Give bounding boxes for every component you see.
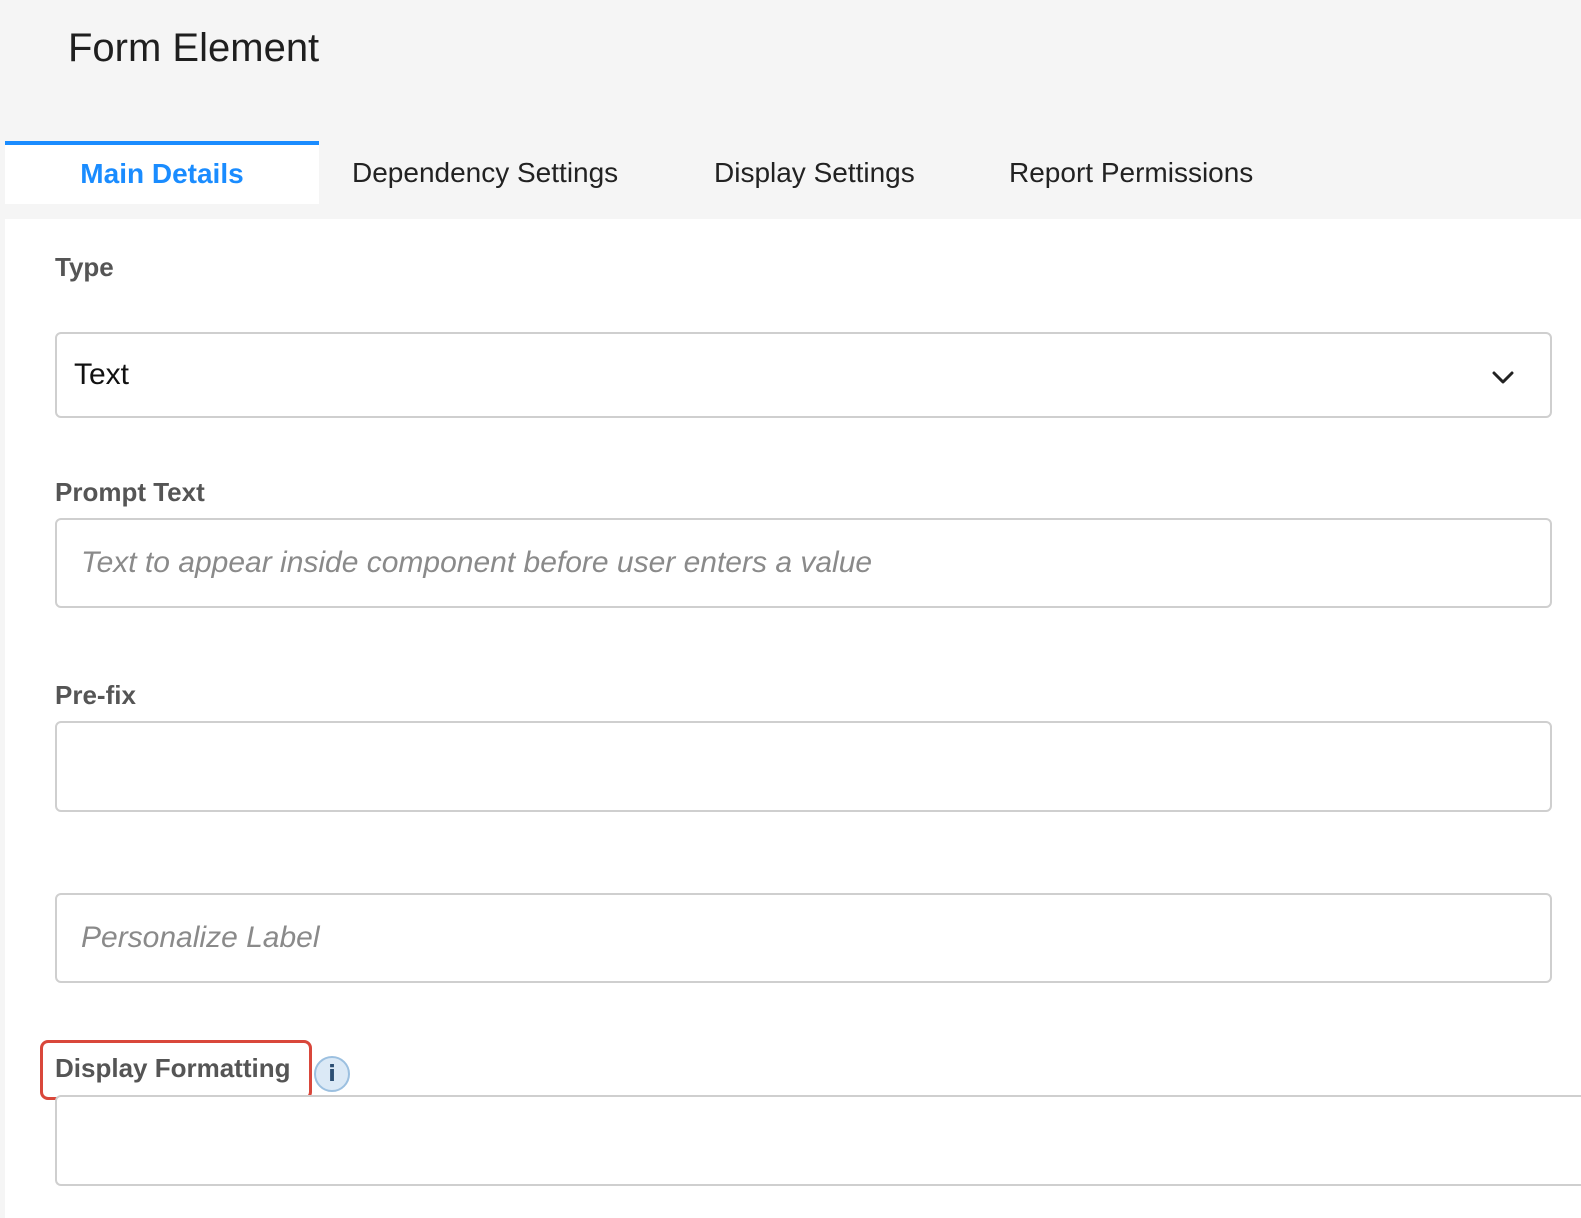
tab-report-permissions[interactable]: Report Permissions — [1009, 141, 1253, 204]
prompt-text-input[interactable] — [55, 518, 1552, 608]
prompt-text-label: Prompt Text — [55, 477, 205, 507]
tab-main-details[interactable]: Main Details — [5, 141, 319, 204]
prefix-label: Pre-fix — [55, 680, 136, 710]
tab-bar: Main Details Dependency Settings Display… — [5, 141, 1581, 204]
display-formatting-input[interactable] — [55, 1095, 1581, 1186]
display-formatting-label: Display Formatting — [55, 1053, 291, 1083]
type-select-value: Text — [74, 358, 130, 391]
main-details-panel: Type Text Prompt Text Pre-fix Display Fo… — [5, 219, 1581, 1218]
page-title: Form Element — [68, 26, 320, 70]
type-label: Type — [55, 252, 114, 282]
tab-display-settings[interactable]: Display Settings — [714, 141, 915, 204]
chevron-down-icon — [1492, 371, 1514, 384]
prefix-input[interactable] — [55, 721, 1552, 812]
tab-dependency-settings[interactable]: Dependency Settings — [352, 141, 618, 204]
info-icon[interactable]: i — [314, 1056, 350, 1092]
personalize-label-input[interactable] — [55, 893, 1552, 983]
type-select[interactable]: Text — [55, 332, 1552, 418]
